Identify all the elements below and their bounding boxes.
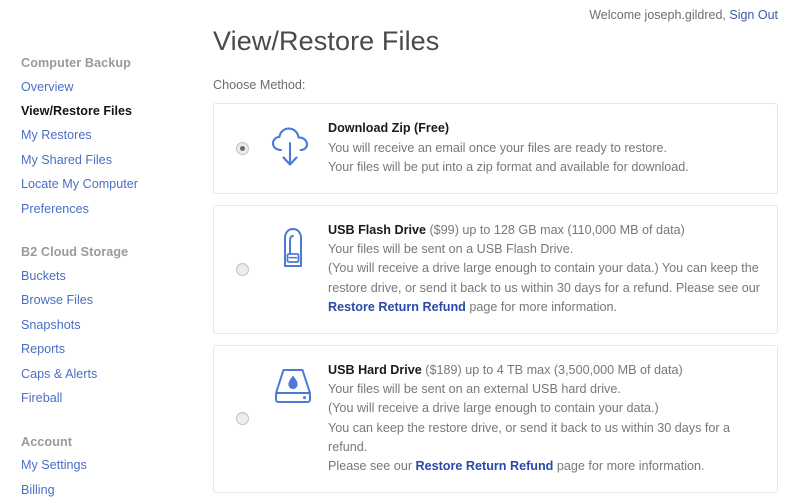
sidebar-item-preferences[interactable]: Preferences: [0, 197, 200, 221]
option-text: USB Hard Drive ($189) up to 4 TB max (3,…: [326, 361, 765, 477]
sidebar-item-my-shared-files[interactable]: My Shared Files: [0, 148, 200, 172]
icon-cell: [260, 126, 326, 170]
option-subtitle: ($189) up to 4 TB max (3,500,000 MB of d…: [421, 362, 683, 377]
usb-flash-drive-icon: [278, 225, 308, 269]
cloud-download-icon: [269, 126, 317, 170]
sidebar-item-reports[interactable]: Reports: [0, 338, 200, 362]
sidebar-item-caps-alerts[interactable]: Caps & Alerts: [0, 362, 200, 386]
radio-cell: [224, 262, 260, 276]
sidebar-item-buckets[interactable]: Buckets: [0, 264, 200, 288]
radio-download-zip[interactable]: [235, 141, 249, 155]
page-title: View/Restore Files: [213, 26, 440, 56]
sidebar-item-locate-my-computer[interactable]: Locate My Computer: [0, 173, 200, 197]
option-description-line: You will receive an email once your file…: [328, 140, 668, 155]
radio-usb-hard-drive[interactable]: [235, 412, 249, 426]
option-heading: USB Flash Drive ($99) up to 128 GB max (…: [328, 221, 765, 240]
sidebar-group-heading: Account: [21, 434, 73, 449]
main-content: View/Restore Files Choose Method: Downlo…: [213, 0, 778, 493]
sidebar-item-my-restores[interactable]: My Restores: [0, 124, 200, 148]
option-subtitle: ($99) up to 128 GB max (110,000 MB of da…: [425, 222, 685, 237]
sidebar-group-heading: B2 Cloud Storage: [21, 245, 129, 260]
option-card-usb-flash-drive[interactable]: USB Flash Drive ($99) up to 128 GB max (…: [213, 204, 778, 334]
radio-usb-flash-drive[interactable]: [235, 262, 249, 276]
option-description-line: Your files will be put into a zip format…: [328, 160, 689, 175]
usb-hard-drive-icon: [268, 365, 318, 407]
option-description-line: restore drive, or send it back to us wit…: [328, 280, 760, 295]
sidebar: Computer Backup Overview View/Restore File…: [0, 56, 200, 500]
sidebar-group: Computer Backup Overview View/Restore File…: [0, 56, 200, 221]
option-heading: USB Hard Drive ($189) up to 4 TB max (3,…: [328, 361, 765, 380]
option-refund-line: Please see our Restore Return Refund pag…: [328, 457, 765, 476]
icon-cell: [260, 365, 326, 407]
refund-line-suffix: page for more information.: [465, 300, 618, 315]
option-text: USB Flash Drive ($99) up to 128 GB max (…: [326, 221, 765, 318]
restore-return-refund-link[interactable]: Restore Return Refund: [328, 300, 466, 314]
option-refund-line: Restore Return Refund page for more info…: [328, 298, 765, 317]
sidebar-item-browse-files[interactable]: Browse Files: [0, 289, 200, 313]
radio-cell: [224, 412, 260, 426]
option-text: Download Zip (Free) You will receive an e…: [326, 119, 765, 177]
sidebar-group: B2 Cloud Storage Buckets Browse Files Snaps…: [0, 245, 200, 410]
option-description-line: (You will receive a drive large enough t…: [328, 401, 659, 416]
option-description-line: (You will receive a drive large enough t…: [328, 261, 759, 276]
icon-cell: [260, 225, 326, 269]
option-card-download-zip[interactable]: Download Zip (Free) You will receive an e…: [213, 103, 778, 194]
option-title: Download Zip (Free): [328, 121, 450, 136]
restore-return-refund-link[interactable]: Restore Return Refund: [416, 459, 554, 473]
refund-line-prefix: Please see our: [328, 459, 416, 474]
option-description-line: Your files will be sent on an external U…: [328, 381, 621, 396]
option-card-usb-hard-drive[interactable]: USB Hard Drive ($189) up to 4 TB max (3,…: [213, 344, 778, 493]
sidebar-item-fireball[interactable]: Fireball: [0, 386, 200, 410]
page-root: Welcome joseph.gildred, Sign Out Compute…: [0, 0, 800, 500]
sidebar-group-spacer: [0, 422, 200, 435]
sidebar-item-snapshots[interactable]: Snapshots: [0, 313, 200, 337]
sidebar-item-overview[interactable]: Overview: [0, 75, 200, 99]
restore-method-options: Download Zip (Free) You will receive an e…: [213, 103, 778, 493]
option-heading: Download Zip (Free): [328, 119, 765, 138]
sidebar-group: Account My Settings Billing: [0, 435, 200, 500]
choose-method-label: Choose Method:: [213, 78, 306, 93]
option-title: USB Flash Drive: [328, 222, 426, 237]
sidebar-group-spacer: [0, 232, 200, 245]
sidebar-item-billing[interactable]: Billing: [0, 478, 200, 500]
refund-line-suffix: page for more information.: [553, 459, 705, 474]
sidebar-item-my-settings[interactable]: My Settings: [0, 454, 200, 478]
sidebar-group-heading: Computer Backup: [21, 56, 131, 70]
option-title: USB Hard Drive: [328, 362, 422, 377]
sidebar-item-view-restore-files[interactable]: View/Restore Files: [0, 99, 200, 123]
option-description-line: You can keep the restore drive, or send …: [328, 420, 731, 455]
radio-cell: [224, 141, 260, 155]
option-description-line: Your files will be sent on a USB Flash D…: [328, 241, 574, 256]
